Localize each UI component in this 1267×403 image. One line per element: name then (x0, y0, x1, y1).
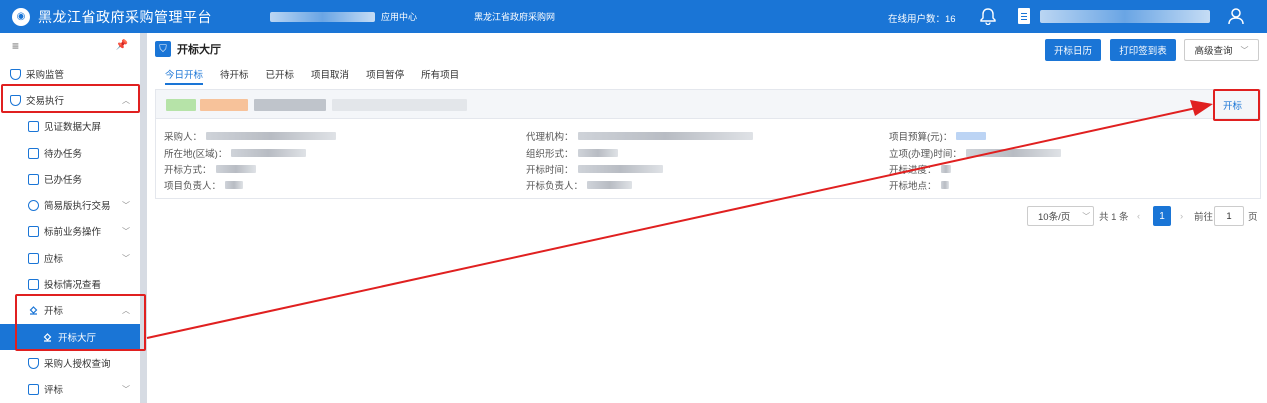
annotation-arrow (146, 100, 1213, 339)
